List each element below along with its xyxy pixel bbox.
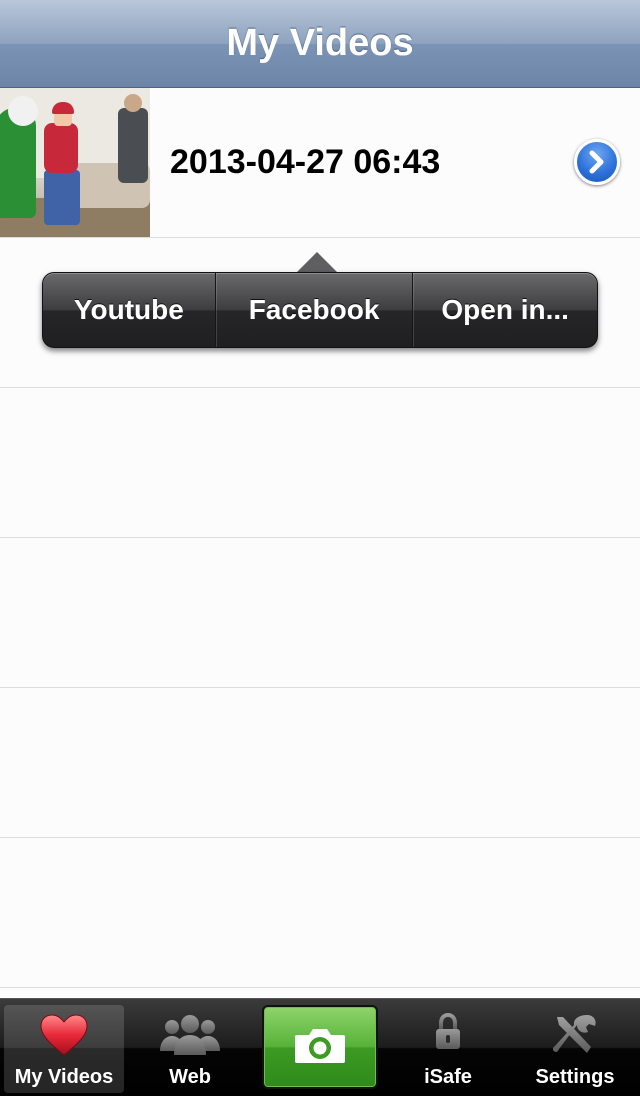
- tab-isafe[interactable]: iSafe: [388, 1005, 508, 1093]
- tab-settings[interactable]: Settings: [514, 1005, 636, 1093]
- tab-bar: My Videos Web iSafe Settings: [0, 998, 640, 1096]
- empty-list-row: [0, 838, 640, 988]
- tab-label: iSafe: [424, 1066, 472, 1088]
- video-thumbnail[interactable]: [0, 88, 150, 237]
- empty-list-row: [0, 388, 640, 538]
- tab-label: My Videos: [14, 1066, 114, 1088]
- share-youtube-button[interactable]: Youtube: [43, 273, 215, 347]
- open-in-button[interactable]: Open in...: [413, 273, 597, 347]
- video-list: 2013-04-27 06:43: [0, 88, 640, 1048]
- video-list-item[interactable]: 2013-04-27 06:43: [0, 88, 640, 238]
- tab-web[interactable]: Web: [130, 1005, 250, 1093]
- empty-list-row: [0, 538, 640, 688]
- video-title: 2013-04-27 06:43: [170, 143, 441, 181]
- chevron-right-icon: [589, 150, 604, 174]
- empty-list-row: [0, 688, 640, 838]
- people-icon: [158, 1013, 222, 1063]
- navigation-bar: My Videos: [0, 0, 640, 88]
- tab-label: Settings: [535, 1066, 615, 1088]
- share-popup-menu: Youtube Facebook Open in...: [42, 272, 598, 348]
- tools-icon: [551, 1013, 599, 1063]
- lock-icon: [434, 1012, 462, 1057]
- page-title: My Videos: [226, 22, 414, 64]
- record-video-button[interactable]: [262, 1005, 378, 1089]
- popup-arrow: [296, 252, 338, 273]
- tab-my-videos[interactable]: My Videos: [4, 1005, 124, 1093]
- tab-label: Web: [169, 1066, 211, 1088]
- camera-icon: [293, 1025, 347, 1070]
- detail-disclosure-button[interactable]: [574, 139, 620, 185]
- heart-icon: [39, 1013, 89, 1063]
- share-facebook-button[interactable]: Facebook: [216, 273, 413, 347]
